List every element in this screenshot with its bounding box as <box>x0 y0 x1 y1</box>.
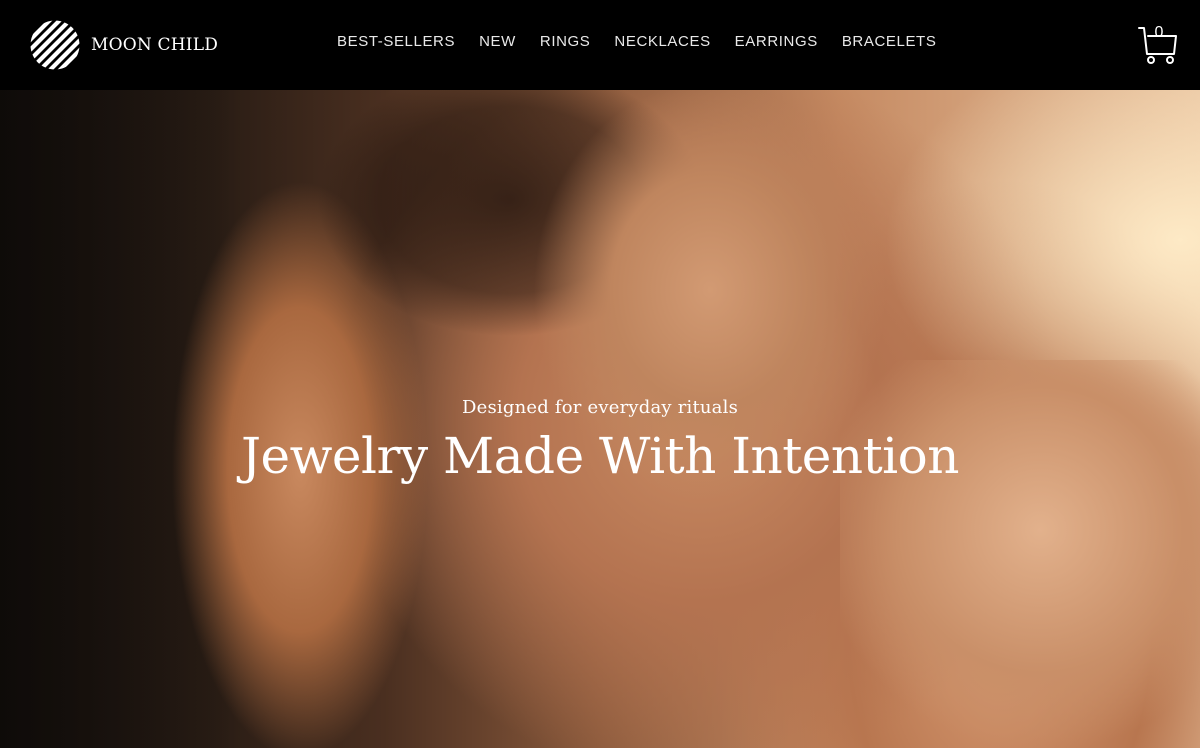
hero-banner: Designed for everyday rituals Jewelry Ma… <box>0 90 1200 748</box>
nav-item-bracelets[interactable]: BRACELETS <box>842 33 937 50</box>
striped-circle-logo-icon <box>30 20 80 70</box>
nav-item-best-sellers[interactable]: BEST-SELLERS <box>337 33 455 50</box>
hero-title: Jewelry Made With Intention <box>241 427 959 485</box>
nav-item-rings[interactable]: RINGS <box>540 33 591 50</box>
nav-item-necklaces[interactable]: NECKLACES <box>614 33 710 50</box>
cart-button[interactable]: 0 <box>1137 24 1179 66</box>
brand-name: MOON CHILD <box>91 34 219 55</box>
brand-logo-link[interactable]: MOON CHILD <box>30 20 218 70</box>
nav-item-earrings[interactable]: EARRINGS <box>735 33 818 50</box>
nav-item-new[interactable]: NEW <box>479 33 516 50</box>
site-header: MOON CHILD BEST-SELLERS NEW RINGS NECKLA… <box>0 0 1200 90</box>
hero-subtitle: Designed for everyday rituals <box>461 397 739 418</box>
hero-photo-shoulder <box>840 360 1200 748</box>
main-nav: BEST-SELLERS NEW RINGS NECKLACES EARRING… <box>337 33 936 50</box>
cart-count: 0 <box>1154 24 1164 41</box>
